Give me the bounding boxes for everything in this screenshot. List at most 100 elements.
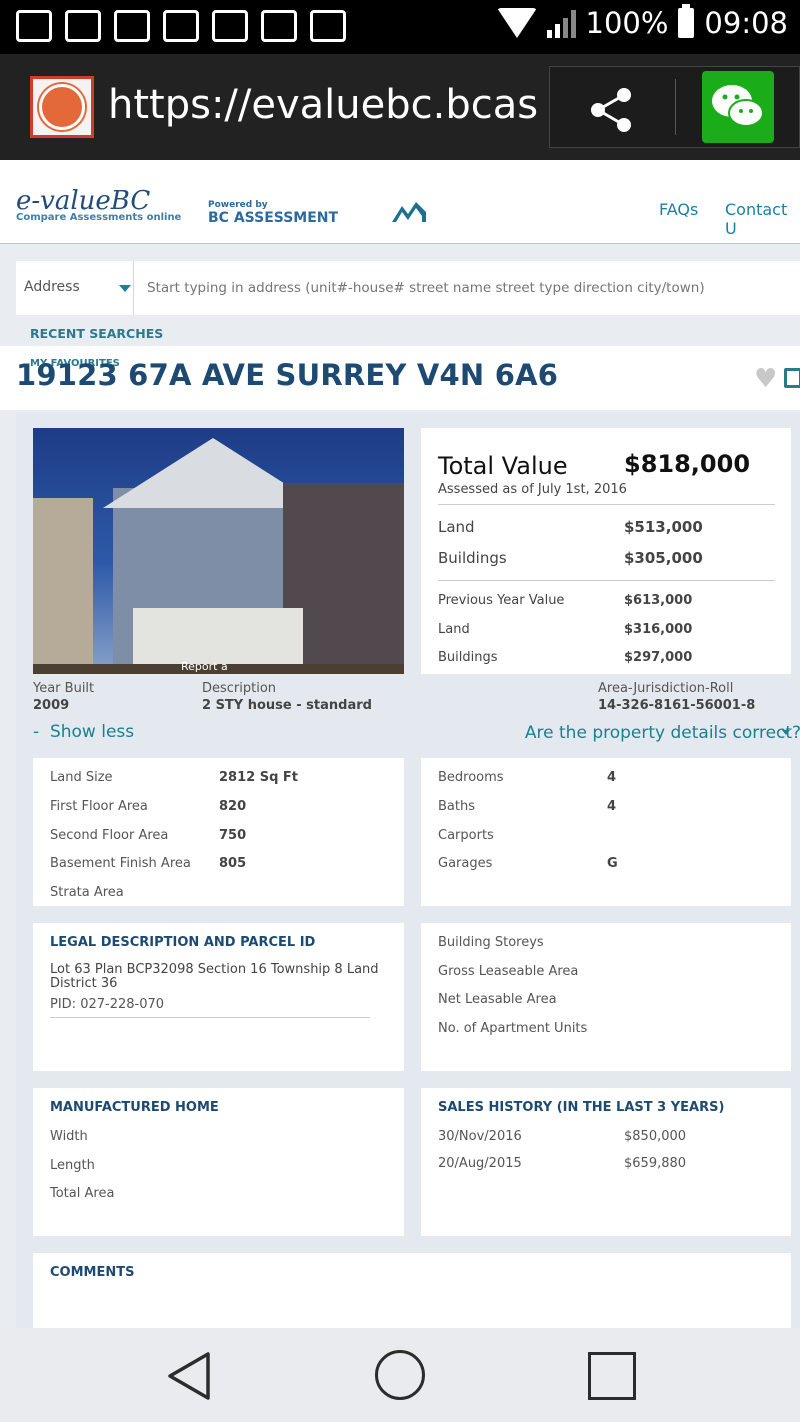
signal-icon <box>546 8 576 38</box>
land-label: Land <box>438 518 475 536</box>
show-less-toggle[interactable]: - Show less <box>33 722 134 742</box>
news-icon <box>114 10 150 42</box>
divider <box>675 79 676 135</box>
divider <box>438 504 775 505</box>
divider <box>50 1017 370 1018</box>
land-size-value: 2812 Sq Ft <box>219 770 298 785</box>
buildings-label: Buildings <box>438 549 507 567</box>
bedrooms-value: 4 <box>607 770 617 785</box>
year-built-label: Year Built <box>33 681 95 696</box>
second-floor-label: Second Floor Area <box>50 828 169 843</box>
gross-leaseable-label: Gross Leaseable Area <box>438 964 579 979</box>
recent-searches-link[interactable]: RECENT SEARCHES <box>30 326 163 341</box>
strata-area-label: Strata Area <box>50 885 124 900</box>
nav-faqs[interactable]: FAQs <box>659 200 698 219</box>
basement-value: 805 <box>219 856 247 871</box>
browser-toolbar: https://evaluebc.bcass.. <box>0 54 800 160</box>
previous-year-value: $613,000 <box>624 593 693 608</box>
roll-value: 14-326-8161-56001-8 <box>598 698 756 713</box>
total-value-label: Total Value <box>438 452 568 480</box>
year-built-value: 2009 <box>33 698 70 713</box>
bc-assessment-mark-icon <box>392 202 426 222</box>
minus-icon: - <box>33 722 50 742</box>
building-info-card: Building Storeys Gross Leaseable Area Ne… <box>421 923 791 1071</box>
site-favicon-icon[interactable] <box>30 76 94 138</box>
evaluebc-logo[interactable]: e-valueBC Compare Assessments online <box>16 188 181 223</box>
address-band: MY FAVOURITES 19123 67A AVE SURREY V4N 6… <box>0 346 800 410</box>
pid: PID: 027-228-070 <box>50 997 165 1012</box>
total-area-label: Total Area <box>50 1186 115 1201</box>
total-value: $818,000 <box>624 450 751 478</box>
details-right-card: Bedrooms 4 Baths 4 Carports Garages G <box>421 758 791 906</box>
chevron-down-icon <box>119 285 131 292</box>
system-navigation-bar <box>0 1328 800 1422</box>
gmail-icon <box>16 10 52 42</box>
image-icon <box>163 10 199 42</box>
first-floor-value: 820 <box>219 799 247 814</box>
carports-label: Carports <box>438 828 494 843</box>
land-value: $513,000 <box>624 518 703 536</box>
task-check-icon <box>261 10 297 42</box>
bc-assessment-logo[interactable]: Powered by BC ASSESSMENT <box>208 200 338 226</box>
browser-actions <box>549 66 800 148</box>
apartment-units-label: No. of Apartment Units <box>438 1021 588 1036</box>
property-details: Report a Total Value $818,000 Assessed a… <box>16 412 800 1328</box>
chevron-down-icon[interactable] <box>782 730 790 735</box>
print-icon[interactable] <box>784 368 800 388</box>
search-type-select[interactable]: Address <box>16 261 134 315</box>
gmail-icon <box>65 10 101 42</box>
share-icon[interactable] <box>586 85 636 135</box>
details-left-card: Land Size 2812 Sq Ft First Floor Area 82… <box>33 758 404 906</box>
bedrooms-label: Bedrooms <box>438 770 504 785</box>
wechat-icon[interactable] <box>702 71 774 143</box>
home-icon[interactable] <box>375 1350 425 1400</box>
battery-percent: 100% <box>585 6 669 40</box>
property-details-correct-link[interactable]: Are the property details correct? <box>523 722 800 744</box>
sales-title: SALES HISTORY (IN THE LAST 3 YEARS) <box>438 1100 725 1115</box>
first-floor-label: First Floor Area <box>50 799 148 814</box>
site-header: e-valueBC Compare Assessments online Pow… <box>0 160 800 244</box>
land-size-label: Land Size <box>50 770 113 785</box>
width-label: Width <box>50 1129 88 1144</box>
basement-label: Basement Finish Area <box>50 856 191 871</box>
task-check-icon <box>310 10 346 42</box>
net-leasable-label: Net Leasable Area <box>438 992 557 1007</box>
legal-title: LEGAL DESCRIPTION AND PARCEL ID <box>50 935 316 950</box>
assessed-date: Assessed as of July 1st, 2016 <box>438 482 627 497</box>
url-bar[interactable]: https://evaluebc.bcass.. <box>108 82 538 128</box>
favourite-heart-icon[interactable]: ♥ <box>754 364 777 394</box>
garages-value: G <box>607 856 618 871</box>
sale-price: $850,000 <box>624 1129 687 1144</box>
previous-land-value: $316,000 <box>624 622 693 637</box>
comments-title: COMMENTS <box>50 1265 135 1280</box>
previous-year-label: Previous Year Value <box>438 593 565 608</box>
sale-date: 30/Nov/2016 <box>438 1129 522 1144</box>
property-address: 19123 67A AVE SURREY V4N 6A6 <box>16 358 559 392</box>
divider <box>438 580 775 581</box>
clipboard-icon <box>212 10 248 42</box>
length-label: Length <box>50 1158 95 1173</box>
recent-apps-icon[interactable] <box>588 1352 636 1400</box>
previous-buildings-label: Buildings <box>438 650 498 665</box>
second-floor-value: 750 <box>219 828 247 843</box>
address-search-input[interactable] <box>147 261 797 315</box>
manufactured-title: MANUFACTURED HOME <box>50 1100 219 1115</box>
sales-history-card: SALES HISTORY (IN THE LAST 3 YEARS) 30/N… <box>421 1088 791 1236</box>
battery-icon <box>678 4 695 38</box>
legal-description-card: LEGAL DESCRIPTION AND PARCEL ID Lot 63 P… <box>33 923 404 1071</box>
nav-contact[interactable]: Contact U <box>725 200 800 238</box>
back-icon[interactable] <box>166 1350 214 1402</box>
description-label: Description <box>202 681 277 696</box>
sale-price: $659,880 <box>624 1156 687 1171</box>
clock: 09:08 <box>704 6 788 40</box>
building-storeys-label: Building Storeys <box>438 935 544 950</box>
previous-land-label: Land <box>438 622 470 637</box>
baths-value: 4 <box>607 799 617 814</box>
status-bar: 100% 09:08 <box>0 0 800 54</box>
wifi-icon <box>496 8 537 38</box>
report-photo-link[interactable]: Report a <box>181 660 228 673</box>
web-page: e-valueBC Compare Assessments online Pow… <box>0 160 800 1328</box>
previous-buildings-value: $297,000 <box>624 650 693 665</box>
legal-description: Lot 63 Plan BCP32098 Section 16 Township… <box>50 962 379 991</box>
description-value: 2 STY house - standard <box>202 698 372 713</box>
